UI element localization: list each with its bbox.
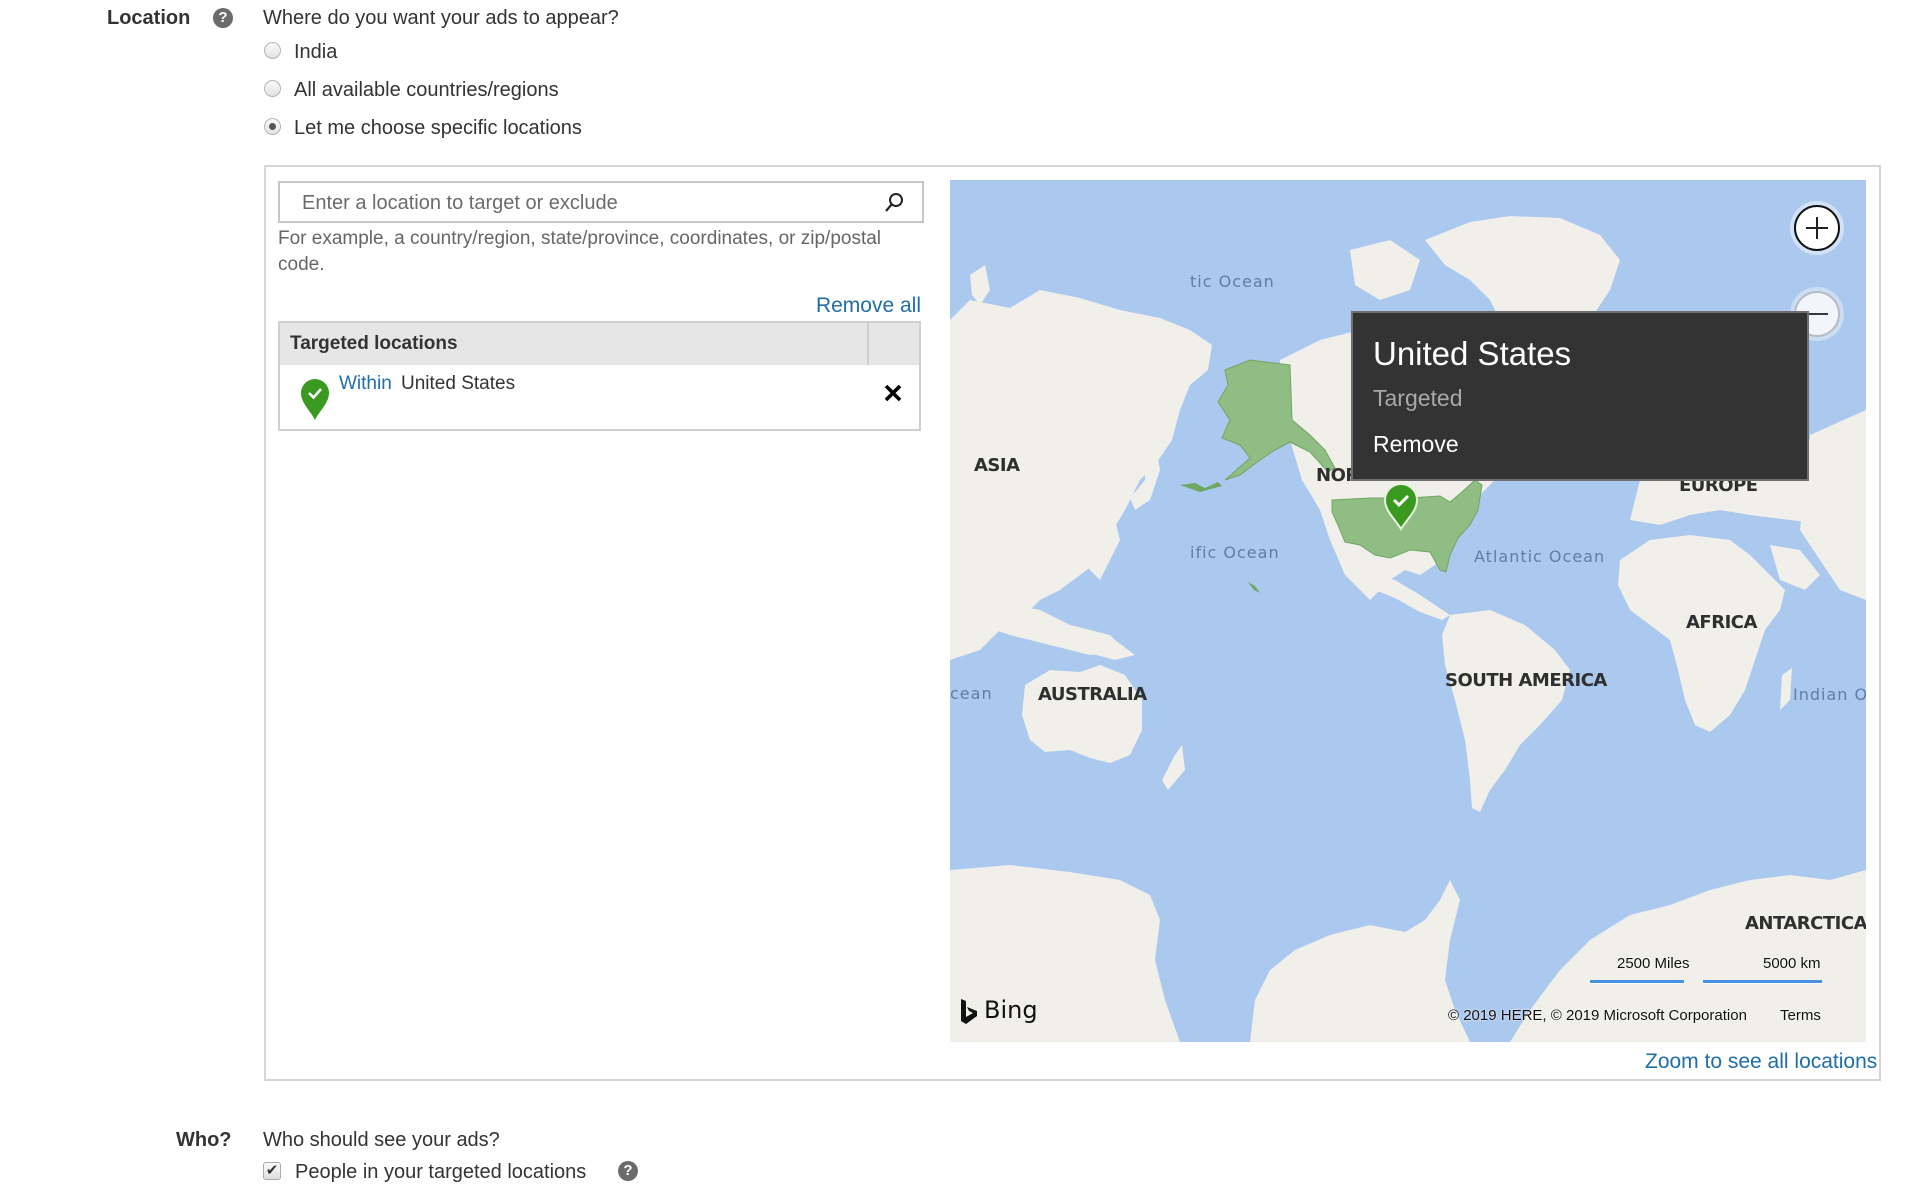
who-question: Who should see your ads? (263, 1129, 500, 1151)
location-search-hint: For example, a country/region, state/pro… (278, 228, 882, 275)
land-arctic-islands-left (970, 265, 990, 305)
map-view[interactable]: tic Ocean ific Ocean Atlantic Ocean cean… (950, 180, 1866, 1042)
targeted-pin-icon (301, 379, 329, 420)
map-label-atlantic-ocean: Atlantic Ocean (1474, 547, 1606, 566)
table-row: Within United States (280, 365, 919, 429)
bing-logo-icon (961, 999, 977, 1024)
scale-km-bar (1703, 980, 1822, 984)
location-search-input[interactable] (300, 189, 864, 217)
table-header: Targeted locations (280, 323, 919, 365)
map-label-africa: AFRICA (1686, 612, 1757, 633)
question-circle-icon[interactable]: ? (618, 1161, 638, 1181)
targeted-people-checkbox[interactable]: ✔ (263, 1162, 281, 1180)
zoom-to-all-locations-link[interactable]: Zoom to see all locations (1645, 1050, 1877, 1074)
scale-km: 5000 km (1763, 955, 1821, 972)
land-antarctica-center (1250, 880, 1470, 1042)
targeted-people-label[interactable]: People in your targeted locations (295, 1161, 586, 1184)
map-terms-link[interactable]: Terms (1780, 1007, 1821, 1024)
bing-logo-text: Bing (984, 996, 1038, 1024)
location-tooltip: United States Targeted Remove (1351, 311, 1809, 481)
land-south-america (1442, 610, 1570, 812)
land-africa (1618, 535, 1785, 732)
scale-miles-bar (1590, 980, 1684, 984)
radio-india-label[interactable]: India (294, 41, 337, 64)
map-copyright: © 2019 HERE, © 2019 Microsoft Corporatio… (1448, 1007, 1747, 1024)
search-icon[interactable] (884, 192, 904, 214)
tooltip-remove-link[interactable]: Remove (1373, 431, 1459, 458)
tooltip-status: Targeted (1373, 385, 1463, 411)
map-land-layer (950, 216, 1866, 1042)
question-circle-icon[interactable]: ? (213, 8, 233, 28)
table-header-title: Targeted locations (290, 333, 458, 354)
targeted-location-name: United States (401, 373, 516, 394)
remove-all-link[interactable]: Remove all (816, 294, 921, 318)
map-label-south-america: SOUTH AMERICA (1445, 670, 1607, 691)
map-label-australia: AUSTRALIA (1038, 684, 1147, 705)
map-label-indian-ocean-west: cean (950, 684, 993, 703)
radio-specific-locations[interactable] (264, 118, 281, 135)
land-madagascar (1780, 668, 1792, 710)
map-label-pacific-ocean: ific Ocean (1190, 543, 1280, 562)
land-new-zealand (1162, 745, 1185, 790)
scale-miles: 2500 Miles (1617, 955, 1690, 972)
radio-all-countries-label[interactable]: All available countries/regions (294, 79, 559, 102)
land-canada-archipelago (1350, 240, 1420, 300)
within-qualifier-link[interactable]: Within (339, 373, 392, 395)
targeted-locations-table: Targeted locations Within United States (278, 321, 921, 431)
map-label-indian-ocean: Indian O (1793, 685, 1866, 704)
who-section-label: Who? (176, 1129, 232, 1151)
map-label-asia: ASIA (974, 455, 1020, 476)
map-targeted-pin-icon[interactable] (1382, 483, 1420, 531)
location-section-label: Location (107, 7, 191, 29)
land-central-america (1370, 575, 1450, 620)
land-hawaii-targeted (1248, 582, 1260, 593)
map-label-antarctica: ANTARCTICA (1745, 913, 1866, 934)
table-header-divider (867, 323, 869, 365)
location-search-box[interactable] (278, 181, 924, 223)
zoom-in-button[interactable] (1794, 205, 1840, 251)
land-aleutians-targeted (1180, 482, 1222, 492)
tooltip-title: United States (1373, 335, 1572, 372)
map-label-arctic-ocean: tic Ocean (1190, 272, 1275, 291)
close-icon[interactable] (884, 384, 902, 402)
location-question: Where do you want your ads to appear? (263, 7, 619, 29)
radio-specific-locations-label[interactable]: Let me choose specific locations (294, 117, 582, 140)
radio-india[interactable] (264, 42, 281, 59)
radio-all-countries[interactable] (264, 80, 281, 97)
land-australia (1022, 665, 1142, 763)
